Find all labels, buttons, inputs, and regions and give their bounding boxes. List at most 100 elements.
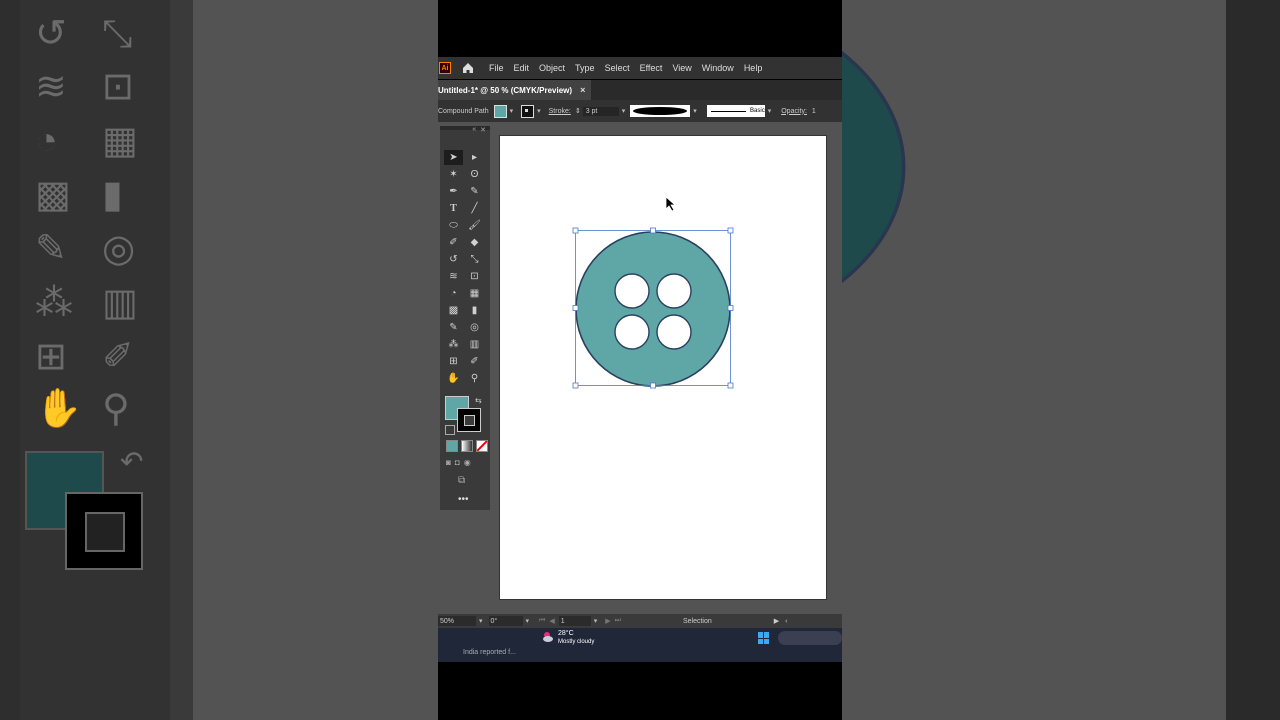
lasso-icon[interactable]: ʘ	[465, 167, 484, 182]
free-transform-icon[interactable]: ⊡	[465, 269, 484, 284]
menu-type[interactable]: Type	[575, 63, 595, 73]
next-artboard-icon[interactable]: ▶	[605, 617, 610, 625]
draw-normal-icon[interactable]: ◙	[446, 458, 451, 467]
paintbrush-icon[interactable]: 🖌	[465, 218, 484, 233]
zoom-icon[interactable]: ⚲	[465, 371, 484, 386]
slice-icon[interactable]: ✐	[465, 354, 484, 369]
screen-mode-icon[interactable]: ⧉	[458, 475, 465, 486]
background-strip	[0, 0, 20, 720]
graph-icon[interactable]: ▥	[465, 337, 484, 352]
close-panel-icon[interactable]: ✕	[480, 126, 486, 135]
color-mode-row	[446, 440, 488, 452]
more-tools-icon[interactable]: •••	[458, 494, 469, 505]
chevron-down-icon[interactable]: ▾	[693, 107, 697, 115]
swap-fill-stroke-icon[interactable]: ⇆	[475, 396, 482, 405]
first-artboard-icon[interactable]: ⏮	[539, 617, 545, 625]
none-mode-button[interactable]	[476, 440, 488, 452]
taskbar-search[interactable]	[778, 631, 842, 645]
hand-icon: ✋	[35, 388, 83, 430]
scale-icon[interactable]: ⤡	[465, 252, 484, 267]
chevron-down-icon[interactable]: ▾	[622, 107, 626, 115]
width-icon[interactable]: ≋	[444, 269, 463, 284]
menu-object[interactable]: Object	[539, 63, 565, 73]
windows-start-icon[interactable]	[758, 632, 770, 644]
collapse-icon[interactable]: «	[472, 126, 476, 135]
chevron-down-icon[interactable]: ▾	[479, 617, 483, 625]
gradient-icon: ▮	[102, 174, 123, 216]
blend-icon[interactable]: ◎	[465, 320, 484, 335]
eyedropper-icon[interactable]: ✎	[444, 320, 463, 335]
perspective-icon: ▦	[102, 120, 138, 162]
menu-effect[interactable]: Effect	[640, 63, 663, 73]
document-tabs: Untitled-1* @ 50 % (CMYK/Preview) ×	[438, 80, 842, 100]
zoom-field[interactable]: 50%	[438, 616, 476, 626]
eraser-icon[interactable]: ◆	[465, 235, 484, 250]
menu-help[interactable]: Help	[744, 63, 763, 73]
free-transform-icon: ⊡	[102, 66, 134, 108]
weather-icon[interactable]	[542, 631, 554, 643]
perspective-icon[interactable]: ▦	[465, 286, 484, 301]
opacity-label[interactable]: Opacity:	[781, 108, 807, 115]
pen-icon[interactable]: ✒	[444, 184, 463, 199]
news-ticker[interactable]: India reported f...	[463, 649, 516, 656]
stroke-swatch-large	[65, 492, 143, 570]
menu-edit[interactable]: Edit	[514, 63, 530, 73]
hand-icon[interactable]: ✋	[444, 371, 463, 386]
stroke-label[interactable]: Stroke:	[549, 108, 571, 115]
control-bar: Compound Path ▾ ▾ Stroke: ⇕ 3 pt ▾ ▾ Bas…	[438, 100, 842, 122]
curvature-icon[interactable]: ✎	[465, 184, 484, 199]
status-menu-icon[interactable]: ▶	[774, 617, 779, 625]
variable-width-profile[interactable]	[630, 105, 691, 117]
chevron-down-icon[interactable]: ▾	[526, 617, 530, 625]
stroke-weight-input[interactable]: 3 pt	[582, 106, 619, 116]
opacity-value[interactable]: 1	[812, 108, 816, 115]
slice-icon: ✐	[102, 336, 134, 378]
chevron-down-icon[interactable]: ▾	[537, 107, 541, 115]
artboard-number-field[interactable]: 1	[558, 616, 591, 626]
menu-view[interactable]: View	[672, 63, 691, 73]
chevron-down-icon[interactable]: ▾	[510, 107, 514, 115]
mesh-icon[interactable]: ▩	[444, 303, 463, 318]
selection-tool-icon[interactable]: ➤	[444, 150, 463, 165]
close-tab-icon[interactable]: ×	[580, 85, 585, 95]
chevron-down-icon[interactable]: ▾	[594, 617, 598, 625]
status-back-icon[interactable]: ‹	[785, 618, 787, 625]
shaper-icon[interactable]: ✐	[444, 235, 463, 250]
stroke-color-swatch[interactable]	[521, 104, 535, 118]
menu-select[interactable]: Select	[605, 63, 630, 73]
ellipse-icon[interactable]: ⬭	[444, 218, 463, 233]
artboard[interactable]	[499, 135, 827, 600]
document-tab[interactable]: Untitled-1* @ 50 % (CMYK/Preview) ×	[438, 80, 592, 100]
fill-color-swatch[interactable]	[493, 104, 507, 118]
menu-window[interactable]: Window	[702, 63, 734, 73]
magic-wand-icon[interactable]: ✶	[444, 167, 463, 182]
shape-builder-icon[interactable]: ◔	[444, 286, 463, 301]
draw-behind-icon[interactable]: ◘	[455, 458, 460, 467]
stroke-swatch[interactable]	[457, 408, 481, 432]
gradient-icon[interactable]: ▮	[465, 303, 484, 318]
brush-definition[interactable]: Basic	[706, 105, 765, 117]
type-icon[interactable]: T	[444, 201, 463, 216]
rotation-field[interactable]: 0°	[488, 616, 523, 626]
object-type-label: Compound Path	[438, 107, 489, 115]
compound-path-button[interactable]	[575, 231, 731, 387]
eyedropper-icon: ✎	[35, 228, 67, 270]
shape-builder-icon: ◔	[35, 120, 58, 162]
rotate-icon[interactable]: ↺	[444, 252, 463, 267]
menu-file[interactable]: File	[489, 63, 504, 73]
symbol-sprayer-icon[interactable]: ⁂	[444, 337, 463, 352]
default-colors-icon[interactable]	[445, 425, 455, 435]
chevron-down-icon[interactable]: ▾	[768, 107, 772, 115]
prev-artboard-icon[interactable]: ◀	[549, 617, 554, 625]
draw-inside-icon[interactable]: ◉	[464, 458, 471, 467]
stepper-icon[interactable]: ⇕	[575, 107, 581, 115]
zoom-icon: ⚲	[102, 388, 130, 430]
artboard-icon[interactable]: ⊞	[444, 354, 463, 369]
color-mode-button[interactable]	[446, 440, 458, 452]
last-artboard-icon[interactable]: ⏭	[615, 617, 621, 625]
weather-condition: Mostly cloudy	[558, 639, 595, 645]
gradient-mode-button[interactable]	[461, 440, 473, 452]
home-icon[interactable]	[461, 61, 475, 75]
direct-selection-tool-icon[interactable]: ▸	[465, 150, 484, 165]
line-icon[interactable]: ╱	[465, 201, 484, 216]
